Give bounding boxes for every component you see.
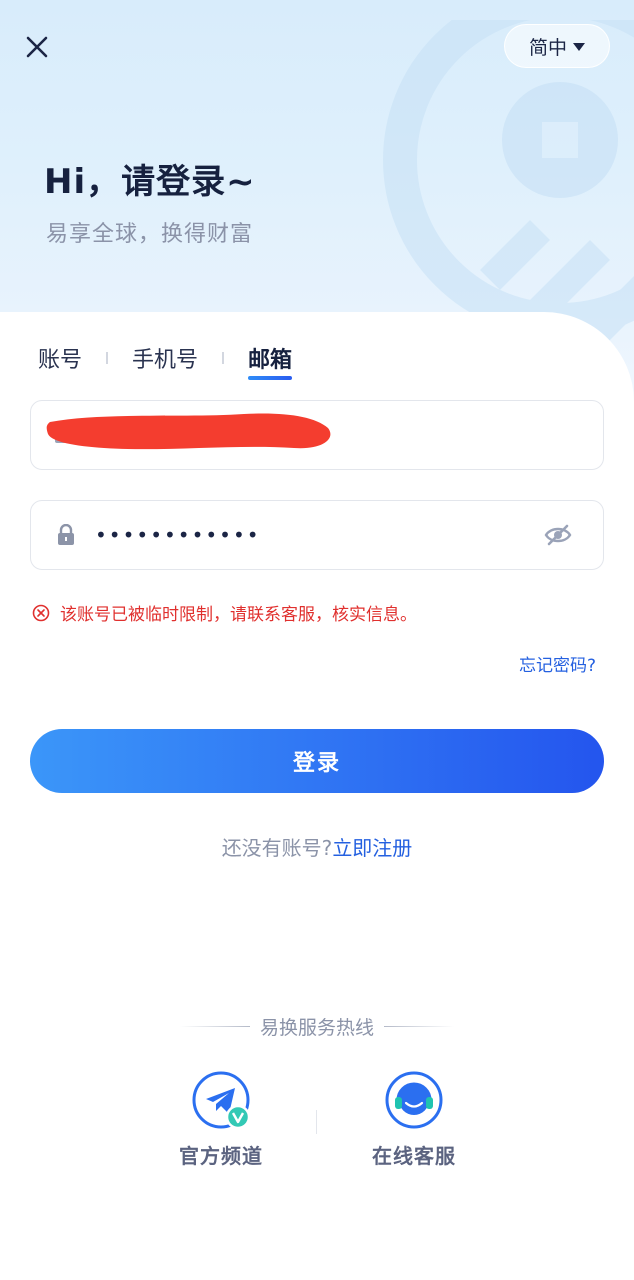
eye-off-icon[interactable] (543, 520, 573, 550)
caret-down-icon (573, 43, 585, 51)
service-divider (316, 1110, 317, 1134)
register-prompt-text: 还没有账号? (221, 836, 333, 860)
login-method-tabs: 账号 手机号 邮箱 (38, 340, 293, 380)
service-hotline-heading: 易换服务热线 (0, 1013, 634, 1040)
official-channel-button[interactable]: 官方频道 (151, 1070, 291, 1169)
password-field[interactable]: •••••••••••• (30, 500, 604, 570)
tab-divider (222, 352, 225, 364)
telegram-icon (191, 1070, 251, 1130)
tab-account[interactable]: 账号 (38, 342, 82, 374)
tab-divider (106, 352, 109, 364)
hotline-title: 易换服务热线 (259, 1017, 374, 1039)
close-button[interactable] (18, 28, 56, 66)
close-icon (26, 36, 48, 58)
forgot-password-link[interactable]: 忘记密码? (519, 651, 596, 676)
password-value: •••••••••••• (95, 523, 261, 547)
login-button[interactable]: 登录 (30, 729, 604, 793)
page-subtitle: 易享全球，换得财富 (46, 222, 254, 247)
online-support-label: 在线客服 (372, 1144, 456, 1168)
lock-icon (53, 522, 79, 548)
online-support-button[interactable]: 在线客服 (344, 1070, 484, 1169)
headset-icon (384, 1070, 444, 1130)
divider-line (179, 1026, 250, 1027)
page-title: Hi，请登录~ (44, 162, 256, 202)
official-channel-label: 官方频道 (179, 1144, 263, 1168)
error-text: 该账号已被临时限制，请联系客服，核实信息。 (60, 605, 417, 625)
error-message: 该账号已被临时限制，请联系客服，核实信息。 (32, 600, 417, 625)
redaction-scribble (46, 413, 331, 450)
register-link[interactable]: 立即注册 (332, 836, 412, 860)
language-label: 简中 (528, 36, 567, 59)
error-circle-icon (32, 604, 50, 622)
language-selector[interactable]: 简中 (504, 24, 610, 68)
register-prompt: 还没有账号?立即注册 (0, 832, 634, 861)
tab-email[interactable]: 邮箱 (248, 342, 293, 380)
tab-phone[interactable]: 手机号 (132, 342, 198, 374)
divider-line (384, 1026, 454, 1027)
